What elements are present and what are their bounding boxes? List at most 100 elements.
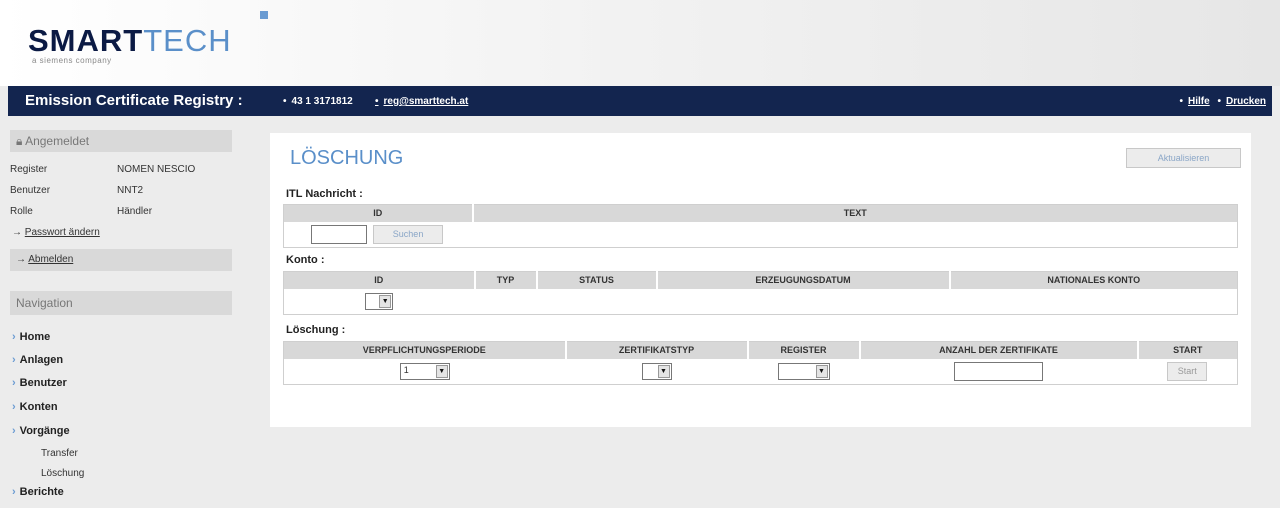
- nav-anlagen-label[interactable]: Anlagen: [20, 354, 63, 366]
- lock-icon: 🔒︎: [16, 134, 23, 148]
- konto-col-typ: TYP: [474, 271, 538, 289]
- arrow-right-icon: →: [12, 227, 22, 238]
- bullet-icon: •: [375, 96, 379, 107]
- title-bar: Emission Certificate Registry : • 43 1 31…: [8, 86, 1272, 116]
- itl-col-id: ID: [283, 204, 474, 222]
- nav-konten[interactable]: › Konten: [12, 401, 58, 413]
- nav-chevron-icon: ›: [12, 486, 16, 498]
- print-link[interactable]: Drucken: [1226, 96, 1266, 107]
- itl-table: ID TEXT Suchen: [283, 204, 1238, 248]
- konto-national-cell: [950, 289, 1238, 315]
- nav-chevron-icon: ›: [12, 425, 16, 437]
- subnav-loeschung[interactable]: Löschung: [41, 468, 84, 479]
- loeschung-col-type: ZERTIFIKATSTYP: [565, 341, 749, 359]
- nav-benutzer-label[interactable]: Benutzer: [20, 377, 67, 389]
- loeschung-col-period: VERPFLICHTUNGSPERIODE: [283, 341, 567, 359]
- logo-smart-text: SMART: [28, 23, 144, 58]
- nav-benutzer[interactable]: › Benutzer: [12, 377, 67, 389]
- subnav-transfer[interactable]: Transfer: [41, 448, 78, 459]
- itl-id-input[interactable]: [311, 224, 367, 244]
- certificate-type-cell: ▼: [566, 359, 748, 385]
- konto-typ-cell: [475, 289, 537, 315]
- itl-text-cell: [473, 222, 1238, 248]
- email-text[interactable]: reg@smarttech.at: [384, 96, 469, 107]
- amount-cell: [860, 359, 1138, 385]
- konto-col-nationales-konto: NATIONALES KONTO: [949, 271, 1238, 289]
- login-header-label: Angemeldet: [25, 134, 90, 148]
- page-title: LÖSCHUNG: [290, 147, 404, 169]
- nav-home[interactable]: › Home: [12, 331, 50, 343]
- period-cell: 1 ▼: [284, 359, 566, 385]
- main-panel: LÖSCHUNG Aktualisieren ITL Nachricht : I…: [270, 133, 1251, 427]
- nav-chevron-icon: ›: [12, 377, 16, 389]
- search-button[interactable]: Suchen: [373, 224, 444, 244]
- sidebar: 🔒︎ Angemeldet Register NOMEN NESCIO Benu…: [8, 124, 234, 508]
- bullet-icon: •: [1217, 96, 1221, 107]
- konto-id-cell: ▼: [284, 289, 475, 315]
- start-button[interactable]: Start: [1167, 361, 1208, 381]
- register-cell: ▼: [748, 359, 860, 385]
- register-select[interactable]: ▼: [777, 362, 830, 380]
- chevron-down-icon: ▼: [657, 364, 670, 378]
- logo-tagline: a siemens company: [32, 56, 112, 65]
- info-user-label: Benutzer: [10, 185, 51, 196]
- konto-date-cell: [657, 289, 950, 315]
- nav-vorgaenge-label[interactable]: Vorgänge: [20, 425, 70, 437]
- konto-table: ID TYP STATUS ERZEUGUNGSDATUM NATIONALES…: [283, 271, 1238, 315]
- loeschung-col-amount: ANZAHL DER ZERTIFIKATE: [859, 341, 1139, 359]
- change-password-link[interactable]: → Passwort ändern: [12, 227, 100, 238]
- itl-input-cell: Suchen: [284, 222, 473, 248]
- nav-chevron-icon: ›: [12, 354, 16, 366]
- itl-col-text: TEXT: [472, 204, 1238, 222]
- konto-section-label: Konto :: [286, 254, 325, 266]
- period-select[interactable]: 1 ▼: [399, 362, 450, 380]
- info-role-value: Händler: [117, 206, 153, 217]
- chevron-down-icon: ▼: [435, 364, 448, 378]
- loeschung-header-row: VERPFLICHTUNGSPERIODE ZERTIFIKATSTYP REG…: [283, 341, 1238, 359]
- phone-number: • 43 1 3171812: [283, 96, 353, 107]
- loeschung-input-row: 1 ▼ ▼ ▼ Start: [284, 359, 1238, 385]
- help-link[interactable]: Hilfe: [1188, 96, 1210, 107]
- logout-label[interactable]: Abmelden: [28, 254, 73, 265]
- chevron-down-icon: ▼: [379, 294, 392, 308]
- konto-id-select[interactable]: ▼: [365, 292, 394, 310]
- loeschung-table: VERPFLICHTUNGSPERIODE ZERTIFIKATSTYP REG…: [283, 341, 1238, 385]
- info-user-value: NNT2: [117, 185, 144, 196]
- amount-input[interactable]: [954, 361, 1043, 381]
- nav-anlagen[interactable]: › Anlagen: [12, 354, 63, 366]
- email-link[interactable]: • reg@smarttech.at: [375, 96, 468, 107]
- konto-input-row: ▼: [284, 289, 1238, 315]
- nav-berichte-label[interactable]: Berichte: [20, 486, 64, 498]
- app-title: Emission Certificate Registry :: [25, 92, 243, 109]
- logout-link[interactable]: → Abmelden: [10, 249, 232, 271]
- certificate-type-select[interactable]: ▼: [641, 362, 672, 380]
- nav-vorgaenge[interactable]: › Vorgänge: [12, 425, 70, 437]
- smarttech-logo[interactable]: SMARTTECH a siemens company: [28, 11, 288, 70]
- logo-tech-text: TECH: [143, 23, 232, 58]
- nav-berichte[interactable]: › Berichte: [12, 486, 64, 498]
- itl-input-row: Suchen: [284, 222, 1238, 248]
- loeschung-section-label: Löschung :: [286, 324, 346, 336]
- logo-wordmark: SMARTTECH: [28, 23, 232, 59]
- loeschung-col-start: START: [1137, 341, 1238, 359]
- nav-chevron-icon: ›: [12, 401, 16, 413]
- nav-konten-label[interactable]: Konten: [20, 401, 58, 413]
- itl-header-row: ID TEXT: [283, 204, 1238, 222]
- change-password-label[interactable]: Passwort ändern: [25, 227, 100, 238]
- konto-col-status: STATUS: [536, 271, 658, 289]
- arrow-right-icon: →: [16, 254, 26, 265]
- itl-section-label: ITL Nachricht :: [286, 188, 363, 200]
- chevron-down-icon: ▼: [815, 364, 828, 378]
- bullet-icon: •: [1179, 96, 1184, 107]
- nav-chevron-icon: ›: [12, 331, 16, 343]
- navigation-header: Navigation: [10, 291, 232, 315]
- refresh-button[interactable]: Aktualisieren: [1126, 148, 1241, 168]
- bullet-icon: •: [283, 96, 287, 107]
- nav-home-label[interactable]: Home: [20, 331, 51, 343]
- header-links: • Hilfe • Drucken: [1180, 96, 1267, 107]
- logo-square-icon: [260, 11, 268, 19]
- konto-status-cell: [537, 289, 657, 315]
- header-band: SMARTTECH a siemens company: [0, 0, 1280, 86]
- loeschung-col-register: REGISTER: [747, 341, 861, 359]
- phone-text: 43 1 3171812: [291, 96, 353, 107]
